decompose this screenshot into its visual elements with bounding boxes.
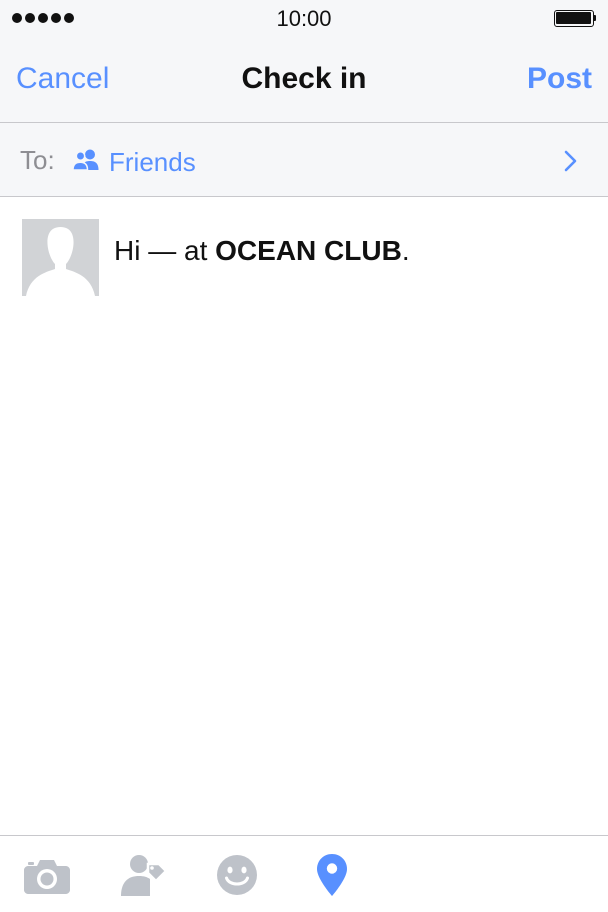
camera-icon[interactable]: [22, 850, 72, 900]
cancel-button[interactable]: Cancel: [16, 62, 109, 96]
status-time: 10:00: [276, 6, 332, 31]
chevron-right-icon: [564, 150, 578, 172]
audience-value: Friends: [109, 147, 196, 177]
status-bar: 10:00: [0, 0, 608, 40]
bottom-toolbar: [0, 835, 608, 912]
feeling-icon[interactable]: [212, 850, 262, 900]
post-text[interactable]: Hi — at OCEAN CLUB.: [114, 235, 410, 267]
avatar: [22, 219, 99, 296]
navigation-bar: Cancel Check in Post: [0, 40, 608, 123]
check-in-screen: 10:00 Cancel Check in Post To: Friends H…: [0, 0, 608, 912]
place-name[interactable]: OCEAN CLUB: [215, 235, 402, 266]
post-button[interactable]: Post: [527, 62, 592, 96]
tag-people-icon[interactable]: [118, 850, 168, 900]
audience-selector[interactable]: To: Friends: [0, 123, 608, 197]
location-pin-icon[interactable]: [307, 850, 357, 900]
audience-to-label: To:: [20, 145, 55, 175]
battery-icon: [554, 10, 596, 27]
post-text-after: .: [401, 235, 410, 266]
post-text-before: Hi — at: [114, 235, 216, 266]
friends-icon: [72, 149, 100, 171]
